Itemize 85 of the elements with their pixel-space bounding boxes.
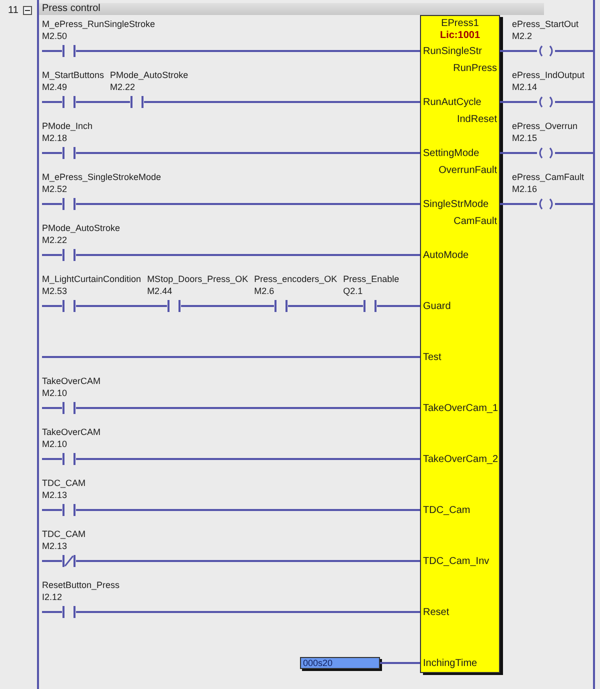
input-pin-label: SingleStrMode bbox=[423, 199, 489, 211]
input-pin-label: TDC_Cam_Inv bbox=[423, 556, 490, 568]
address-label: Q2.1 bbox=[343, 285, 363, 297]
address-label: M2.53 bbox=[42, 285, 68, 297]
input-pin-label: SettingMode bbox=[423, 148, 480, 160]
collapse-icon[interactable] bbox=[23, 6, 32, 15]
tag-label: Press_Enable bbox=[343, 273, 400, 285]
address-label: M2.50 bbox=[42, 30, 68, 42]
input-pin-label: Test bbox=[423, 352, 442, 364]
coil-symbol bbox=[537, 198, 555, 210]
output-pin-label: CamFault bbox=[454, 216, 497, 228]
address-label: M2.16 bbox=[512, 183, 538, 195]
output-pin-label: RunPress bbox=[453, 63, 497, 75]
input-pin-label: TakeOverCam_2 bbox=[423, 454, 498, 466]
tag-label: M_StartButtons bbox=[42, 69, 104, 81]
tag-label: TDC_CAM bbox=[42, 477, 86, 489]
wire bbox=[42, 203, 62, 205]
coil-symbol bbox=[537, 147, 555, 159]
license-label: Lic:1001 bbox=[440, 30, 480, 42]
tag-label: ePress_Overrun bbox=[512, 120, 578, 132]
wire bbox=[42, 407, 62, 409]
tag-label: TDC_CAM bbox=[42, 528, 86, 540]
address-label: M2.22 bbox=[42, 234, 68, 246]
wire bbox=[555, 101, 593, 103]
tag-label: MStop_Doors_Press_OK bbox=[147, 273, 248, 285]
network-number: 11 bbox=[8, 6, 18, 16]
address-label: M2.49 bbox=[42, 81, 68, 93]
network-title: Press control bbox=[39, 3, 544, 15]
tag-label: Press_encoders_OK bbox=[254, 273, 338, 285]
wire bbox=[42, 50, 62, 52]
wire bbox=[42, 611, 62, 613]
input-pin-label: AutoMode bbox=[423, 250, 469, 262]
address-label: M2.10 bbox=[42, 387, 68, 399]
block-instance: EPress1 bbox=[441, 18, 479, 30]
address-label: M2.44 bbox=[147, 285, 172, 297]
tag-label: ePress_StartOut bbox=[512, 18, 579, 30]
tag-label: TakeOverCAM bbox=[42, 375, 101, 387]
tag-label: TakeOverCAM bbox=[42, 426, 101, 438]
input-pin-label: TakeOverCam_1 bbox=[423, 403, 498, 415]
tag-label: ResetButton_Press bbox=[42, 579, 120, 591]
address-label: M2.13 bbox=[42, 489, 68, 501]
tag-label: M_ePress_RunSingleStroke bbox=[42, 18, 156, 30]
wire bbox=[42, 560, 62, 562]
address-label: M2.52 bbox=[42, 183, 68, 195]
wire bbox=[555, 203, 593, 205]
wire bbox=[42, 254, 62, 256]
wire bbox=[500, 152, 537, 154]
address-label: M2.2 bbox=[512, 30, 532, 42]
tag-label: PMode_Inch bbox=[42, 120, 93, 132]
input-pin-label: TDC_Cam bbox=[423, 505, 470, 517]
tag-label: M_LightCurtainCondition bbox=[42, 273, 142, 285]
input-pin-label: Reset bbox=[423, 607, 450, 619]
input-pin-label: Guard bbox=[423, 301, 451, 313]
wire bbox=[42, 152, 62, 154]
tag-label: PMode_AutoStroke bbox=[42, 222, 120, 234]
address-label: M2.18 bbox=[42, 132, 68, 144]
tag-label: ePress_CamFault bbox=[512, 171, 584, 183]
address-label: M2.14 bbox=[512, 81, 538, 93]
address-label: M2.10 bbox=[42, 438, 68, 450]
address-label: M2.13 bbox=[42, 540, 68, 552]
output-pin-label: IndReset bbox=[456, 114, 497, 126]
wire bbox=[555, 152, 593, 154]
wire bbox=[42, 509, 62, 511]
address-label: M2.6 bbox=[254, 285, 274, 297]
input-pin-label: RunAutCycle bbox=[423, 97, 482, 109]
coil-symbol bbox=[537, 96, 555, 108]
wire bbox=[42, 458, 62, 460]
input-pin-label: RunSingleStr bbox=[423, 46, 482, 58]
output-pin-label: OverrunFault bbox=[438, 165, 497, 177]
tag-label: ePress_IndOutput bbox=[512, 69, 585, 81]
wire bbox=[500, 101, 537, 103]
tag-label: PMode_AutoStroke bbox=[110, 69, 188, 81]
tag-label: M_ePress_SingleStrokeMode bbox=[42, 171, 162, 183]
wire bbox=[380, 662, 420, 664]
address-label: M2.15 bbox=[512, 132, 538, 144]
wire bbox=[500, 50, 537, 52]
address-label: I2.12 bbox=[42, 591, 62, 603]
constant-field[interactable]: 000s20 bbox=[300, 657, 380, 669]
wire bbox=[500, 203, 537, 205]
wire bbox=[42, 305, 62, 307]
coil-symbol bbox=[537, 45, 555, 57]
address-label: M2.22 bbox=[110, 81, 136, 93]
input-pin-label: InchingTime bbox=[423, 658, 478, 670]
wire bbox=[42, 101, 62, 103]
wire bbox=[555, 50, 593, 52]
